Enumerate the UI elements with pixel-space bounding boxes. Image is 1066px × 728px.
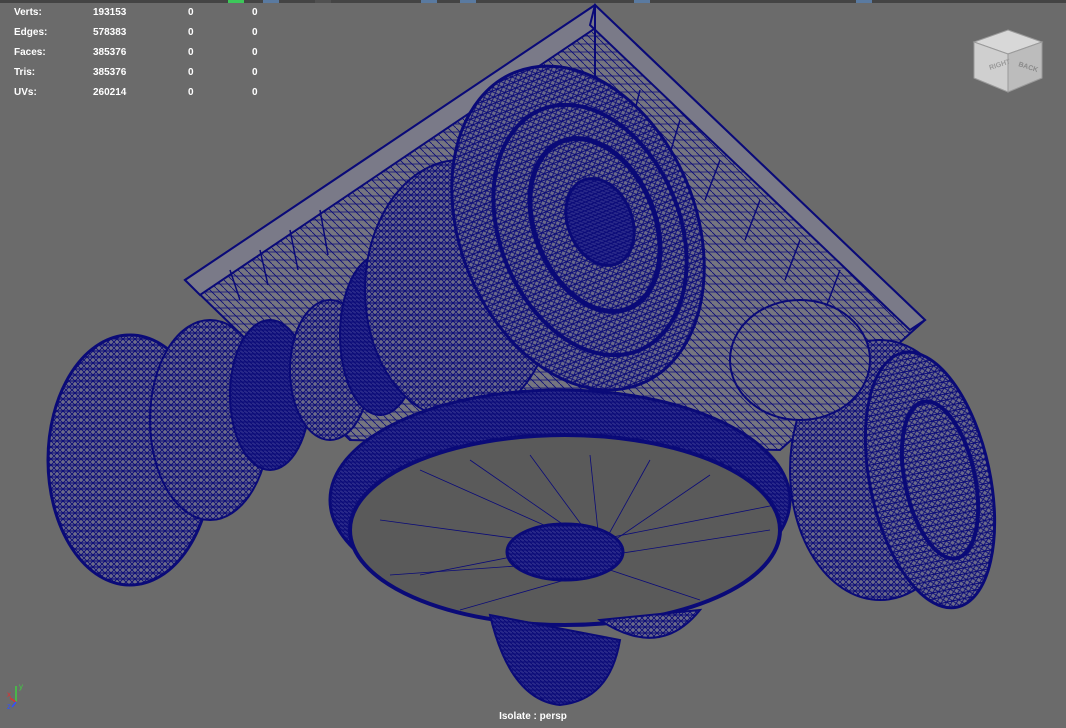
hud-value-selected: 0 [188, 7, 194, 18]
hud-row-verts: Verts: 193153 0 0 [14, 3, 274, 23]
camera-name-label: Isolate : persp [499, 711, 567, 722]
hud-value-selected: 0 [188, 87, 194, 98]
hud-value-total: 578383 [93, 27, 127, 38]
axis-gizmo: y x z [7, 682, 23, 710]
x-axis-label: x [7, 690, 11, 699]
hud-label: UVs: [14, 87, 37, 98]
viewcube[interactable]: RIGHT BACK [968, 28, 1048, 98]
hud-value-total: 260214 [93, 87, 127, 98]
hud-value-selected: 0 [188, 67, 194, 78]
hud-value-other: 0 [252, 7, 258, 18]
poly-count-hud: Verts: 193153 0 0 Edges: 578383 0 0 Face… [14, 3, 274, 103]
hud-value-total: 385376 [93, 47, 127, 58]
hud-row-edges: Edges: 578383 0 0 [14, 23, 274, 43]
hud-label: Faces: [14, 47, 46, 58]
wireframe-model[interactable] [0, 0, 1066, 728]
hud-value-other: 0 [252, 67, 258, 78]
hud-label: Edges: [14, 27, 48, 38]
y-axis-label: y [19, 682, 23, 691]
echinus-ring [328, 388, 792, 627]
hud-row-uvs: UVs: 260214 0 0 [14, 83, 274, 103]
hud-value-other: 0 [252, 47, 258, 58]
hud-row-tris: Tris: 385376 0 0 [14, 63, 274, 83]
hud-label: Tris: [14, 67, 36, 78]
hud-value-total: 385376 [93, 67, 127, 78]
z-axis-line [11, 701, 17, 708]
hud-value-selected: 0 [188, 47, 194, 58]
hud-value-selected: 0 [188, 27, 194, 38]
hud-row-faces: Faces: 385376 0 0 [14, 43, 274, 63]
perspective-viewport[interactable]: Verts: 193153 0 0 Edges: 578383 0 0 Face… [0, 0, 1066, 728]
z-axis-label: z [7, 702, 11, 710]
hud-value-total: 193153 [93, 7, 127, 18]
hud-value-other: 0 [252, 87, 258, 98]
hud-value-other: 0 [252, 27, 258, 38]
hud-label: Verts: [14, 7, 42, 18]
